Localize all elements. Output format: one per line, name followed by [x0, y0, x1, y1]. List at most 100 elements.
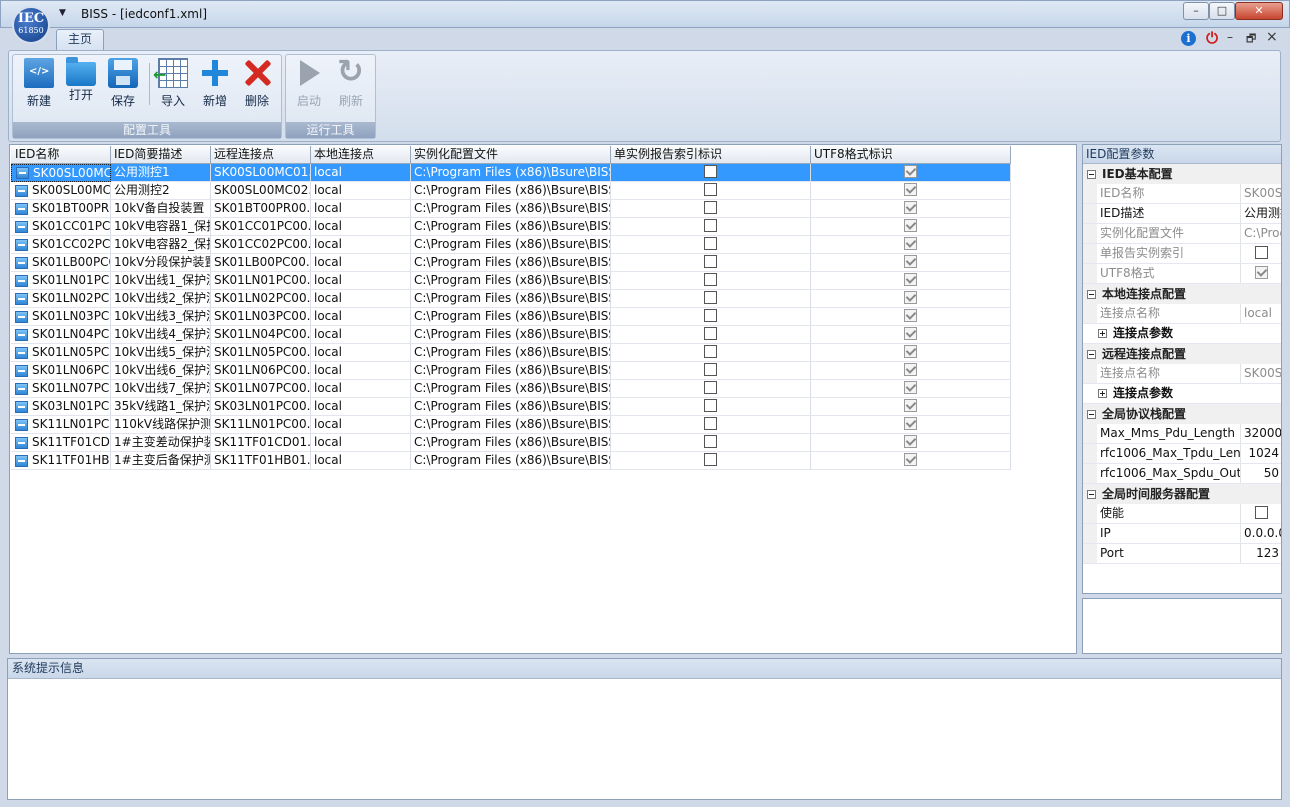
category-ied-basic[interactable]: IED基本配置: [1083, 164, 1281, 184]
cell-utf8[interactable]: [811, 218, 1011, 236]
utf8-checkbox[interactable]: [1254, 266, 1268, 279]
cell-config-file[interactable]: C:\Program Files (x86)\Bsure\BISS\E: [411, 254, 611, 272]
cell-utf8[interactable]: [811, 326, 1011, 344]
cell-local-point[interactable]: local: [311, 290, 411, 308]
cell-remote-point[interactable]: SK01LN04PC00.S: [211, 326, 311, 344]
cell-single-report[interactable]: [611, 434, 811, 452]
cell-local-point[interactable]: local: [311, 416, 411, 434]
cell-remote-point[interactable]: SK01LN03PC00.S: [211, 308, 311, 326]
utf8-checkbox[interactable]: [904, 345, 917, 358]
cell-local-point[interactable]: local: [311, 200, 411, 218]
utf8-checkbox[interactable]: [904, 237, 917, 250]
cell-config-file[interactable]: C:\Program Files (x86)\Bsure\BISS\E: [411, 398, 611, 416]
single-report-checkbox[interactable]: [704, 435, 717, 448]
table-row[interactable]: SK11TF01CD011#主变差动保护装SK11TF01CD01.Slocal…: [11, 434, 1011, 452]
cell-remote-point[interactable]: SK01LN05PC00.S: [211, 344, 311, 362]
cell-remote-point[interactable]: SK11TF01HB01.S: [211, 452, 311, 470]
cell-local-point[interactable]: local: [311, 236, 411, 254]
single-report-checkbox[interactable]: [704, 453, 717, 466]
cell-single-report[interactable]: [611, 452, 811, 470]
cell-single-report[interactable]: [611, 308, 811, 326]
utf8-checkbox[interactable]: [904, 183, 917, 196]
category-remote-point[interactable]: 远程连接点配置: [1083, 344, 1281, 364]
column-header[interactable]: 远程连接点: [211, 146, 311, 164]
column-header[interactable]: UTF8格式标识: [811, 146, 1011, 164]
table-row[interactable]: SK11TF01HB011#主变后备保护测SK11TF01HB01.Slocal…: [11, 452, 1011, 470]
property-value[interactable]: local: [1241, 304, 1281, 323]
column-header[interactable]: IED名称: [11, 146, 111, 164]
property-value[interactable]: C:\Program Files: [1241, 224, 1281, 243]
collapse-icon[interactable]: [1087, 289, 1096, 299]
cell-single-report[interactable]: [611, 272, 811, 290]
cell-ied-desc[interactable]: 10kV出线2_保护测: [111, 290, 211, 308]
table-row[interactable]: SK01LN07PC0010kV出线7_保护测SK01LN07PC00.Sloc…: [11, 380, 1011, 398]
cell-ied-name[interactable]: SK01CC02PC00: [11, 236, 111, 254]
cell-utf8[interactable]: [811, 434, 1011, 452]
cell-ied-desc[interactable]: 110kV线路保护测控: [111, 416, 211, 434]
cell-config-file[interactable]: C:\Program Files (x86)\Bsure\BISS\E: [411, 200, 611, 218]
subcategory-remote-params[interactable]: 连接点参数: [1083, 384, 1281, 404]
property-value[interactable]: 32000: [1241, 424, 1281, 443]
cell-config-file[interactable]: C:\Program Files (x86)\Bsure\BISS\E: [411, 416, 611, 434]
cell-ied-desc[interactable]: 10kV备自投装置: [111, 200, 211, 218]
utf8-checkbox[interactable]: [904, 363, 917, 376]
utf8-checkbox[interactable]: [904, 399, 917, 412]
expand-icon[interactable]: [1098, 389, 1107, 398]
table-row[interactable]: SK03LN01PC0035kV线路1_保护测SK03LN01PC00.Sloc…: [11, 398, 1011, 416]
cell-ied-name[interactable]: SK11LN01PC00: [11, 416, 111, 434]
utf8-checkbox[interactable]: [904, 201, 917, 214]
single-report-checkbox[interactable]: [704, 273, 717, 286]
cell-ied-name[interactable]: SK00SL00MC02: [11, 182, 111, 200]
cell-ied-desc[interactable]: 1#主变后备保护测: [111, 452, 211, 470]
cell-local-point[interactable]: local: [311, 380, 411, 398]
utf8-checkbox[interactable]: [904, 255, 917, 268]
cell-single-report[interactable]: [611, 218, 811, 236]
cell-config-file[interactable]: C:\Program Files (x86)\Bsure\BISS\E: [411, 236, 611, 254]
utf8-checkbox[interactable]: [904, 381, 917, 394]
cell-ied-name[interactable]: SK01LB00PC00: [11, 254, 111, 272]
table-row[interactable]: SK01LB00PC0010kV分段保护装置SK01LB00PC00.Sloca…: [11, 254, 1011, 272]
category-global-time[interactable]: 全局时间服务器配置: [1083, 484, 1281, 504]
utf8-checkbox[interactable]: [904, 435, 917, 448]
open-button[interactable]: 打开: [61, 57, 101, 106]
cell-local-point[interactable]: local: [311, 254, 411, 272]
maximize-button[interactable]: □: [1209, 2, 1235, 20]
quick-access-dropdown-icon[interactable]: ▼: [59, 8, 66, 18]
collapse-icon[interactable]: [1087, 169, 1096, 179]
add-button[interactable]: 新增: [195, 58, 235, 108]
cell-ied-desc[interactable]: 1#主变差动保护装: [111, 434, 211, 452]
cell-utf8[interactable]: [811, 398, 1011, 416]
cell-local-point[interactable]: local: [311, 218, 411, 236]
cell-ied-name[interactable]: SK11TF01CD01: [11, 434, 111, 452]
cell-single-report[interactable]: [611, 236, 811, 254]
cell-remote-point[interactable]: SK00SL00MC02.S: [211, 182, 311, 200]
cell-utf8[interactable]: [811, 164, 1011, 182]
single-report-checkbox[interactable]: [704, 417, 717, 430]
property-value[interactable]: 50: [1241, 464, 1281, 483]
cell-ied-desc[interactable]: 10kV出线6_保护测: [111, 362, 211, 380]
category-local-point[interactable]: 本地连接点配置: [1083, 284, 1281, 304]
collapse-icon[interactable]: [1087, 489, 1096, 499]
cell-ied-name[interactable]: SK01BT00PR00: [11, 200, 111, 218]
cell-ied-desc[interactable]: 10kV电容器1_保护: [111, 218, 211, 236]
utf8-checkbox[interactable]: [904, 219, 917, 232]
cell-ied-desc[interactable]: 10kV电容器2_保护: [111, 236, 211, 254]
collapse-icon[interactable]: [1087, 349, 1096, 359]
cell-local-point[interactable]: local: [311, 326, 411, 344]
expand-icon[interactable]: [1098, 329, 1107, 338]
cell-local-point[interactable]: local: [311, 434, 411, 452]
cell-remote-point[interactable]: SK01LB00PC00.S: [211, 254, 311, 272]
close-button[interactable]: ✕: [1235, 2, 1283, 20]
single-report-checkbox[interactable]: [704, 219, 717, 232]
cell-config-file[interactable]: C:\Program Files (x86)\Bsure\BISS\E: [411, 308, 611, 326]
cell-config-file[interactable]: C:\Program Files (x86)\Bsure\BISS\E: [411, 380, 611, 398]
cell-ied-name[interactable]: SK01LN05PC00: [11, 344, 111, 362]
cell-local-point[interactable]: local: [311, 308, 411, 326]
cell-ied-name[interactable]: SK03LN01PC00: [11, 398, 111, 416]
utf8-checkbox[interactable]: [904, 273, 917, 286]
collapse-icon[interactable]: [1087, 409, 1096, 419]
utf8-checkbox[interactable]: [904, 165, 917, 178]
cell-config-file[interactable]: C:\Program Files (x86)\Bsure\BISS\E: [411, 344, 611, 362]
new-button[interactable]: 新建: [19, 58, 59, 108]
single-report-checkbox[interactable]: [704, 309, 717, 322]
